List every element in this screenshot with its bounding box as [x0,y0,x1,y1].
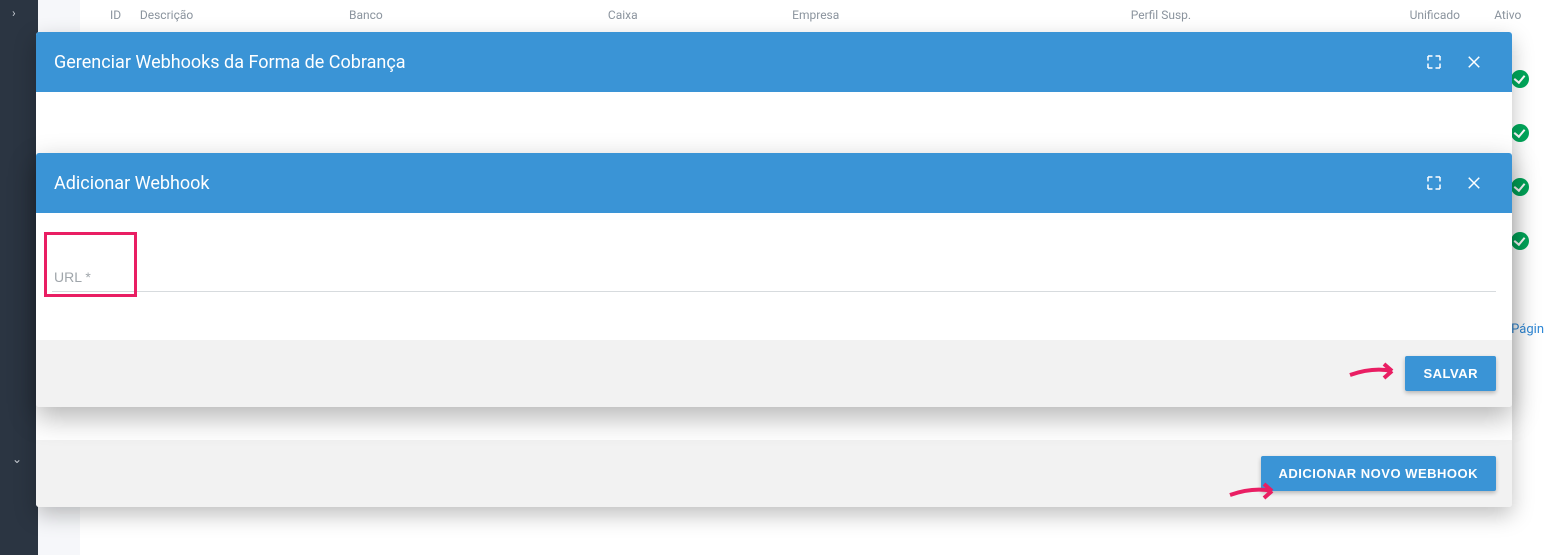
col-descricao: Descrição [140,8,349,22]
col-perfilsusp: Perfil Susp. [1131,8,1410,22]
url-field [52,263,1496,292]
col-banco: Banco [349,8,608,22]
modal-add-header: Adicionar Webhook [36,153,1512,213]
maximize-icon[interactable] [1414,42,1454,82]
modal-add-webhook: Adicionar Webhook SALVAR [36,153,1512,407]
close-icon[interactable] [1454,163,1494,203]
modal-manage-header: Gerenciar Webhooks da Forma de Cobrança [36,32,1512,92]
app-sidebar-collapsed: › ⌄ [0,0,38,555]
col-ativo: Ativo [1494,8,1544,22]
modal-add-title: Adicionar Webhook [54,173,210,194]
save-button[interactable]: SALVAR [1405,356,1496,391]
chevron-right-icon[interactable]: › [12,6,16,20]
modal-manage-footer: ADICIONAR NOVO WEBHOOK [36,440,1512,507]
url-input[interactable] [52,263,1496,292]
check-icon [1511,124,1529,142]
modal-add-body [36,213,1512,340]
modal-manage-body [36,92,1512,150]
add-webhook-button[interactable]: ADICIONAR NOVO WEBHOOK [1261,456,1497,491]
modal-add-footer: SALVAR [36,340,1512,407]
check-icon [1511,70,1529,88]
table-header: ID Descrição Banco Caixa Empresa Perfil … [80,0,1544,30]
col-unificado: Unificado [1410,8,1495,22]
col-caixa: Caixa [608,8,792,22]
col-id: ID [110,8,140,22]
pagination-label: Págin [1511,322,1544,337]
check-icon [1511,232,1529,250]
chevron-down-icon[interactable]: ⌄ [12,452,22,466]
active-column-checks [1511,70,1529,250]
check-icon [1511,178,1529,196]
maximize-icon[interactable] [1414,163,1454,203]
modal-manage-title: Gerenciar Webhooks da Forma de Cobrança [54,52,406,73]
close-icon[interactable] [1454,42,1494,82]
col-empresa: Empresa [792,8,1131,22]
